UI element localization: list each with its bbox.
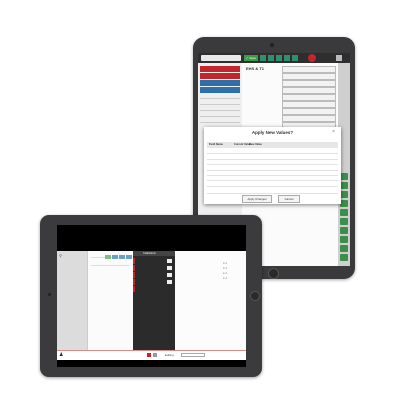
search-icon[interactable]: ⚲ [59, 253, 62, 258]
accent-bar [133, 286, 135, 292]
mode-label: Editing [165, 353, 174, 357]
sidebar-row[interactable] [59, 275, 85, 279]
action-button[interactable] [340, 218, 348, 225]
list-item[interactable] [133, 286, 175, 292]
toolbar-icon[interactable] [292, 55, 298, 61]
toolbar-icon[interactable] [126, 255, 132, 259]
accent-bar [133, 265, 135, 271]
action-button[interactable] [340, 173, 348, 180]
flag-icon[interactable] [147, 353, 151, 357]
canvas-markers: ĕ ŏĕ ŏĕ ŏĕ ŏ [223, 261, 228, 280]
app-content: ⚲ Collections ĕ ŏ ĕ ŏ ĕ ŏ ĕ ŏ ♟ Editing [57, 251, 246, 360]
top-toolbar: ✓ Save [198, 53, 350, 63]
field-pill[interactable] [282, 94, 336, 101]
action-button[interactable] [340, 191, 348, 198]
menu-icon[interactable] [336, 55, 342, 61]
accent-bar [133, 258, 135, 264]
field-pill[interactable] [282, 73, 336, 80]
sidebar-item[interactable] [200, 73, 240, 79]
accent-bar [133, 279, 135, 285]
accent-bar [133, 272, 135, 278]
sidebar-item[interactable] [200, 66, 240, 72]
toolbar-icon[interactable] [284, 55, 290, 61]
sidebar-row[interactable] [200, 94, 240, 99]
field-pill[interactable] [282, 115, 336, 122]
page-title: EHS & T1 [246, 66, 265, 71]
alert-icon[interactable] [308, 54, 316, 62]
apply-changes-button[interactable]: Apply Changes [242, 195, 272, 203]
field-pill[interactable] [282, 87, 336, 94]
canvas-area: ĕ ŏĕ ŏĕ ŏĕ ŏ [175, 251, 246, 350]
save-button[interactable]: ✓ Save [244, 55, 258, 61]
toolbar-icon[interactable] [276, 55, 282, 61]
sidebar-row[interactable] [200, 112, 240, 117]
close-icon[interactable]: × [332, 129, 335, 135]
tool-icon[interactable] [167, 266, 172, 270]
field-pill[interactable] [282, 80, 336, 87]
tool-icon[interactable] [167, 273, 172, 277]
sidebar-row[interactable] [59, 281, 85, 285]
apply-values-dialog: Apply New Values? × Field Name Current V… [204, 127, 341, 204]
sidebar-row[interactable] [200, 106, 240, 111]
toolbar-icon[interactable] [268, 55, 274, 61]
sidebar-item[interactable] [200, 87, 240, 93]
toolbar-icon[interactable] [112, 255, 118, 259]
sidebar-item[interactable] [200, 80, 240, 86]
toolbar-icon[interactable] [119, 255, 125, 259]
action-button[interactable] [340, 227, 348, 234]
landscape-tablet: ⚲ Collections ĕ ŏ ĕ ŏ ĕ ŏ ĕ ŏ ♟ Editing [40, 215, 262, 377]
search-input[interactable] [201, 55, 241, 61]
sidebar-row[interactable] [200, 100, 240, 105]
field-pill[interactable] [282, 66, 336, 73]
list-panel [87, 251, 134, 350]
table-row[interactable] [207, 186, 338, 194]
left-sidebar: ⚲ [57, 251, 87, 350]
home-button[interactable] [250, 291, 260, 301]
tool-icon[interactable] [167, 280, 172, 284]
toolbar-icon[interactable] [105, 255, 111, 259]
action-button[interactable] [340, 236, 348, 243]
field-pill[interactable] [282, 108, 336, 115]
action-button[interactable] [340, 209, 348, 216]
sidebar-row[interactable] [59, 269, 85, 273]
action-button[interactable] [340, 182, 348, 189]
sidebar-row[interactable] [59, 263, 85, 267]
dialog-title: Apply New Values? [251, 130, 294, 135]
collections-panel: Collections [133, 251, 175, 350]
action-button[interactable] [340, 200, 348, 207]
flag-icon[interactable] [153, 353, 157, 357]
tool-icon[interactable] [167, 259, 172, 263]
home-button[interactable] [268, 268, 279, 279]
camera [48, 293, 51, 296]
user-icon[interactable]: ♟ [59, 352, 63, 358]
mode-select[interactable] [181, 353, 205, 357]
cancel-button[interactable]: Cancel [278, 195, 300, 203]
field-pill[interactable] [282, 101, 336, 108]
sidebar-row[interactable] [59, 293, 85, 297]
divider [91, 265, 129, 266]
toolbar-icon[interactable] [260, 55, 266, 61]
sidebar-row[interactable] [59, 287, 85, 291]
bottom-bar: ♟ Editing [57, 350, 246, 360]
action-button[interactable] [340, 254, 348, 261]
action-button[interactable] [340, 245, 348, 252]
camera [270, 43, 274, 47]
landscape-tablet-screen: ⚲ Collections ĕ ŏ ĕ ŏ ĕ ŏ ĕ ŏ ♟ Editing [57, 225, 246, 367]
panel-title: Collections [133, 251, 175, 256]
sidebar-row[interactable] [200, 118, 240, 123]
